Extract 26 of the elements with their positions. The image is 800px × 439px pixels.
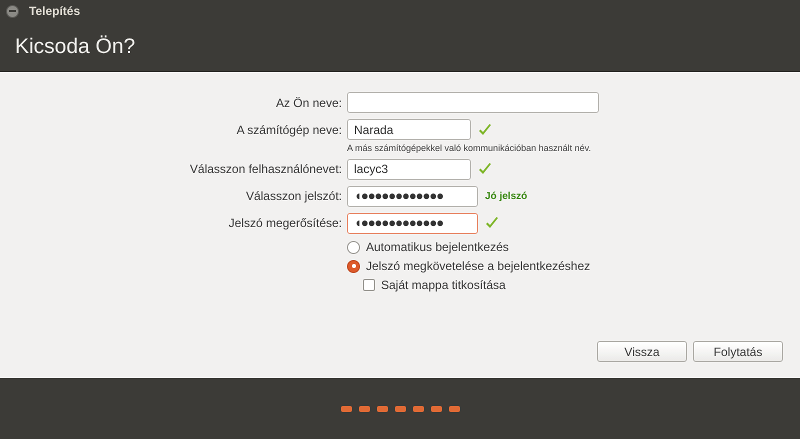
field-label: Az Ön neve: — [274, 94, 342, 112]
hint-text: A más számítógépekkel való kommunikációban használt név. — [347, 142, 592, 155]
field-label: Jelszó megerősítése: — [228, 215, 342, 232]
checkmark-icon — [478, 122, 492, 136]
nav-button[interactable]: Folytatás — [693, 341, 783, 362]
close-icon[interactable] — [6, 4, 19, 18]
field-label: Válasszon felhasználónevet: — [188, 161, 342, 178]
option-label: Jelszó megkövetelése a bejelentkezéshez — [366, 258, 590, 275]
password-strength: Jó jelszó — [485, 190, 528, 204]
option-label: Automatikus bejelentkezés — [366, 239, 509, 256]
checkbox[interactable] — [363, 279, 375, 291]
page-title: Kicsoda Ön? — [15, 34, 136, 60]
field-label: A számítógép neve: — [236, 122, 342, 138]
nav-button[interactable]: Vissza — [597, 341, 687, 362]
window-title: Telepítés — [29, 3, 80, 20]
field-label: Válasszon jelszót: — [244, 188, 342, 205]
checkmark-icon — [485, 216, 499, 230]
text-field[interactable] — [347, 92, 599, 113]
text-field[interactable]: lacyc3 — [347, 158, 471, 180]
password-field[interactable]: ◖●●●●●●●●●●●● — [347, 212, 478, 234]
option-label: Saját mappa titkosítása — [381, 277, 506, 294]
checkmark-icon — [478, 162, 492, 176]
text-field[interactable]: Narada — [347, 119, 471, 140]
password-field[interactable]: ◖●●●●●●●●●●●● — [347, 186, 478, 206]
radio-button[interactable] — [347, 260, 360, 272]
radio-button[interactable] — [347, 240, 360, 254]
